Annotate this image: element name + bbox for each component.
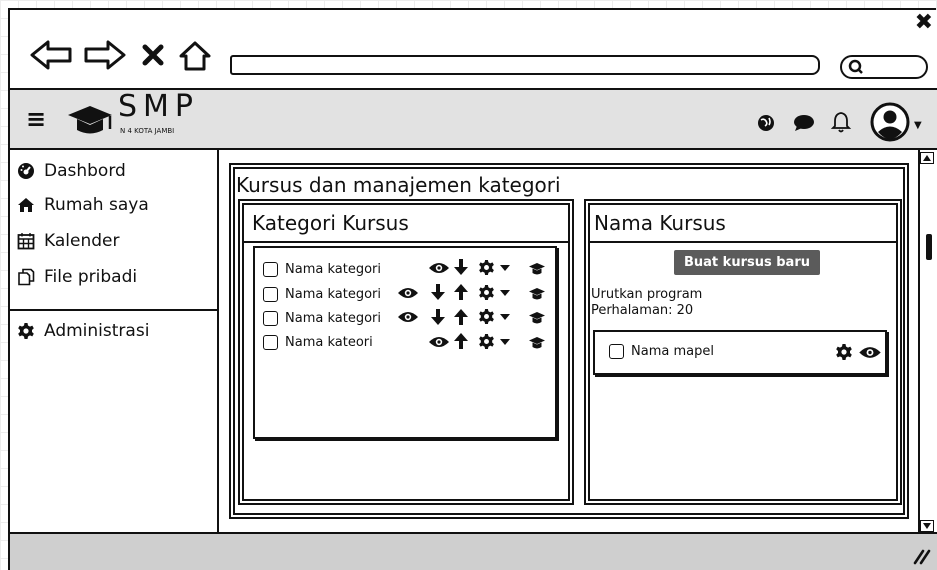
search-icon [848, 59, 864, 75]
sidebar-item-dashbord[interactable]: Dashbord [17, 161, 126, 181]
graduation-cap-icon[interactable] [528, 311, 546, 325]
graduation-cap-icon[interactable] [528, 287, 546, 301]
browser-search-field[interactable] [840, 55, 928, 79]
list-item: Nama kategori [263, 260, 381, 278]
caret-down-icon[interactable] [500, 314, 510, 320]
scrollbar-thumb[interactable] [926, 234, 932, 260]
category-name[interactable]: Nama kateori [285, 335, 373, 350]
sidebar-divider [10, 309, 219, 311]
sidebar-item-kalender[interactable]: Kalender [17, 231, 119, 251]
gear-icon[interactable] [478, 333, 495, 350]
caret-down-icon[interactable] [500, 265, 510, 271]
scroll-down-arrow-icon[interactable] [920, 520, 934, 532]
caret-down-icon[interactable] [500, 339, 510, 345]
url-bar[interactable] [230, 55, 820, 75]
sidebar-item-label: Rumah saya [44, 195, 149, 215]
gear-icon[interactable] [835, 343, 853, 361]
create-course-button[interactable]: Buat kursus baru [674, 250, 820, 275]
resize-grip-icon[interactable] [912, 548, 931, 565]
caret-down-icon[interactable] [500, 290, 510, 296]
stop-x-icon[interactable] [142, 44, 164, 66]
kursus-panel-title: Nama Kursus [594, 211, 726, 235]
course-name[interactable]: Nama mapel [631, 344, 714, 359]
gear-icon [17, 322, 35, 340]
vertical-scrollbar[interactable] [918, 150, 937, 532]
bell-icon[interactable] [830, 111, 852, 133]
sidebar-item-file-pribadi[interactable]: File pribadi [17, 267, 137, 287]
graduation-cap-icon[interactable] [528, 262, 546, 276]
sidebar-item-label: Dashbord [44, 161, 126, 181]
arrow-up-icon[interactable] [453, 332, 469, 350]
course-checkbox[interactable] [609, 344, 624, 359]
category-checkbox[interactable] [263, 310, 278, 326]
arrow-down-icon[interactable] [430, 283, 446, 301]
back-arrow-icon[interactable] [30, 40, 74, 70]
gear-icon[interactable] [478, 259, 495, 276]
eye-icon[interactable] [428, 261, 450, 275]
list-item: Nama kateori [263, 333, 373, 351]
user-avatar-icon[interactable] [870, 102, 910, 142]
home-nav-icon[interactable] [178, 40, 212, 72]
arrow-up-icon[interactable] [453, 308, 469, 326]
chat-bubble-icon[interactable] [793, 114, 815, 132]
sidebar-item-rumah-saya[interactable]: Rumah saya [17, 195, 149, 215]
eye-icon[interactable] [858, 345, 882, 360]
kategori-panel-title: Kategori Kursus [252, 211, 409, 235]
gear-icon[interactable] [478, 308, 495, 325]
calendar-icon [17, 232, 35, 250]
category-checkbox[interactable] [263, 261, 278, 277]
sidebar-item-label: Administrasi [44, 321, 150, 341]
list-item: Nama kategori [263, 285, 381, 303]
files-icon [17, 268, 35, 286]
dashboard-icon [17, 162, 35, 180]
per-page-selector[interactable]: Perhalaman: 20 [591, 303, 693, 318]
hamburger-menu-icon[interactable]: ≡ [26, 107, 46, 131]
gear-icon[interactable] [478, 284, 495, 301]
scroll-up-arrow-icon[interactable] [920, 152, 934, 164]
category-name[interactable]: Nama kategori [285, 311, 381, 326]
graduation-cap-icon [66, 104, 114, 138]
arrow-up-icon[interactable] [453, 283, 469, 301]
close-window-icon[interactable]: ✖ [915, 12, 933, 34]
list-item: Nama kategori [263, 309, 381, 327]
kategori-list: Nama kategori Nama kategori Nama kategor… [253, 246, 557, 439]
sort-program-link[interactable]: Urutkan program [591, 287, 702, 302]
arrow-down-icon[interactable] [430, 308, 446, 326]
graduation-cap-icon[interactable] [528, 336, 546, 350]
sidebar-item-label: Kalender [44, 231, 120, 251]
eye-icon[interactable] [428, 335, 450, 349]
category-name[interactable]: Nama kategori [285, 287, 381, 302]
sidebar-item-label: File pribadi [44, 267, 138, 287]
category-checkbox[interactable] [263, 286, 278, 302]
site-logo-title[interactable]: SMP [118, 92, 199, 122]
globe-icon[interactable] [757, 114, 775, 132]
page-title: Kursus dan manajemen kategori [236, 173, 561, 197]
eye-icon[interactable] [397, 286, 419, 300]
home-icon [17, 196, 35, 214]
user-menu-caret-icon[interactable]: ▼ [914, 120, 922, 131]
category-checkbox[interactable] [263, 334, 278, 350]
category-name[interactable]: Nama kategori [285, 262, 381, 277]
sidebar-item-administrasi[interactable]: Administrasi [17, 321, 149, 341]
status-bar [10, 532, 937, 570]
arrow-down-icon[interactable] [453, 258, 469, 276]
eye-icon[interactable] [397, 310, 419, 324]
forward-arrow-icon[interactable] [82, 40, 126, 70]
site-logo-subtitle: N 4 KOTA JAMBI [120, 127, 175, 135]
